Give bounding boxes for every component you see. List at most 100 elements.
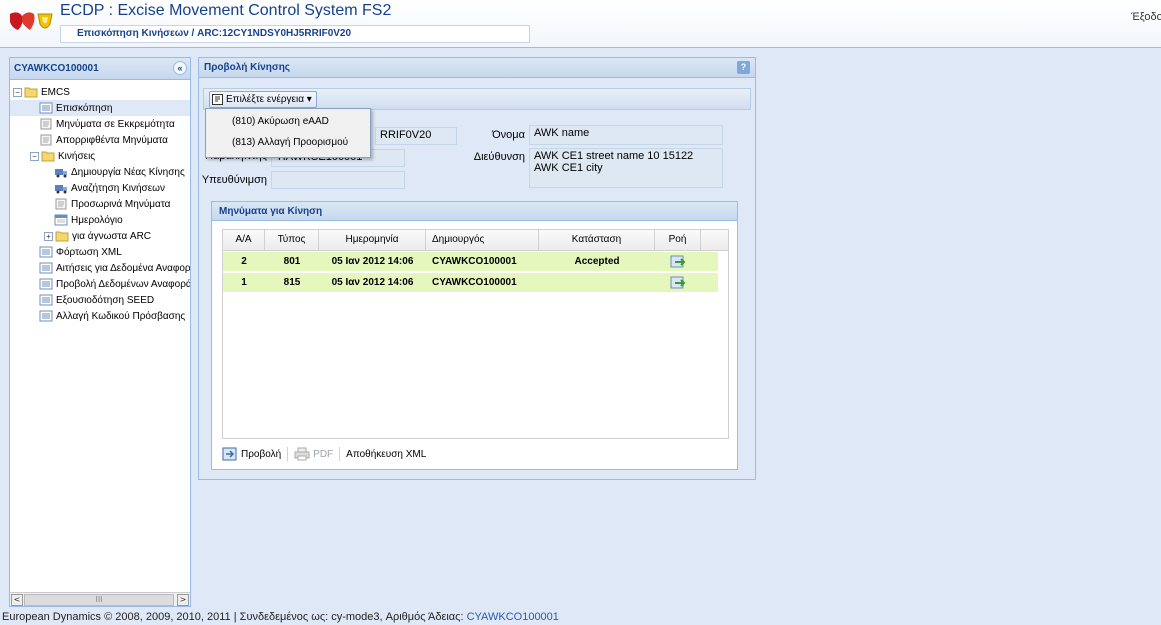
list-icon	[39, 310, 53, 322]
scroll-right-icon[interactable]: >	[177, 594, 189, 606]
view-button[interactable]: Προβολή	[222, 447, 281, 461]
flow-icon[interactable]	[670, 255, 686, 269]
menu-item-cancel-eaad[interactable]: (810) Ακύρωση eAAD	[206, 113, 370, 131]
cell-date: 05 Ιαν 2012 14:06	[331, 256, 414, 267]
document-icon	[40, 118, 52, 130]
sidebar-header: CYAWKCO100001 «	[10, 58, 190, 80]
save-xml-label: Αποθήκευση XML	[346, 448, 427, 460]
tree-item-reference-data-requests[interactable]: Αιτήσεις για Δεδομένα Αναφοράς	[39, 260, 190, 276]
logout-button[interactable]: Έξοδος	[1128, 8, 1161, 26]
breadcrumb[interactable]: Επισκόπηση Κινήσεων / ARC:12CY1NDSY0HJ5R…	[60, 25, 530, 43]
responsible-label: Υπευθύνιμση	[201, 174, 267, 186]
pdf-button[interactable]: PDF	[294, 447, 333, 461]
tree-item-view-reference-data[interactable]: Προβολή Δεδομένων Αναφοράς	[39, 276, 190, 292]
movement-messages-panel: Μηνύματα για Κίνηση Α/Α Τύπος Ημερομηνία…	[211, 201, 738, 470]
sidebar: CYAWKCO100001 « − EMCS Επισκόπηση Μηνύμα…	[9, 57, 191, 607]
column-header-creator[interactable]: Δημιουργός	[426, 230, 539, 251]
table-row[interactable]: 1 815 05 Ιαν 2012 14:06 CYAWKCO100001	[223, 273, 718, 293]
messages-panel-title: Μηνύματα για Κίνηση	[212, 202, 737, 221]
action-icon	[212, 94, 223, 105]
cell-creator: CYAWKCO100001	[432, 277, 517, 288]
folder-icon	[55, 231, 69, 242]
column-header-status[interactable]: Κατάσταση	[539, 230, 655, 251]
view-icon	[222, 447, 237, 461]
address-label: Διεύθυνση	[473, 151, 525, 163]
movement-view-panel: Προβολή Κίνησης ? Επιλέξτε ενέργεια ▾ RR…	[198, 57, 756, 480]
footer: European Dynamics © 2008, 2009, 2010, 20…	[2, 611, 559, 625]
column-header-flow[interactable]: Ροή	[655, 230, 701, 251]
tree-item-overview[interactable]: Επισκόπηση	[10, 100, 190, 116]
cell-date: 05 Ιαν 2012 14:06	[331, 277, 414, 288]
action-dropdown-menu: (810) Ακύρωση eAAD (813) Αλλαγή Προορισμ…	[205, 108, 371, 158]
cell-type: 801	[283, 256, 301, 267]
list-icon	[39, 246, 53, 258]
truck-icon	[55, 169, 67, 178]
cell-aa: 2	[241, 256, 247, 267]
footer-text: European Dynamics © 2008, 2009, 2010, 20…	[2, 611, 467, 623]
tree-item-unknown-arc[interactable]: + για άγνωστα ARC	[44, 228, 190, 244]
folder-icon	[24, 87, 38, 98]
panel-header: Προβολή Κίνησης ?	[199, 58, 755, 78]
pdf-label: PDF	[313, 448, 334, 460]
tree-item-movements[interactable]: − Κινήσεις	[30, 148, 190, 164]
column-header-aa[interactable]: Α/Α	[223, 230, 265, 251]
app-title: ECDP : Excise Movement Control System FS…	[60, 2, 392, 19]
sidebar-title: CYAWKCO100001	[14, 63, 99, 74]
cell-status: Accepted	[574, 256, 620, 267]
panel-title: Προβολή Κίνησης	[204, 62, 290, 73]
collapse-toggle-icon[interactable]: −	[13, 87, 22, 97]
cyprus-emblem-logo	[10, 12, 53, 30]
messages-grid: Α/Α Τύπος Ημερομηνία Δημιουργός Κατάστασ…	[222, 229, 729, 439]
app-header: ECDP : Excise Movement Control System FS…	[0, 0, 1161, 48]
collapse-toggle-icon[interactable]: −	[30, 151, 39, 161]
name-label: Όνομα	[492, 129, 525, 141]
collapse-sidebar-button[interactable]: «	[173, 61, 187, 75]
toolbar-separator	[287, 447, 289, 461]
table-row[interactable]: 2 801 05 Ιαν 2012 14:06 CYAWKCO100001 Ac…	[223, 252, 718, 272]
document-icon	[55, 198, 67, 210]
column-header-spacer	[701, 230, 728, 251]
list-icon	[39, 262, 53, 274]
tree-item-pending-messages[interactable]: Μηνύματα σε Εκκρεμότητα	[39, 116, 190, 132]
cell-creator: CYAWKCO100001	[432, 256, 517, 267]
tree-item-seed-authorization[interactable]: Εξουσιοδότηση SEED	[39, 292, 190, 308]
cell-flow	[655, 273, 701, 293]
tree-item-rejected-messages[interactable]: Απορριφθέντα Μηνύματα	[39, 132, 190, 148]
scroll-thumb[interactable]: III	[24, 594, 174, 606]
column-header-type[interactable]: Τύπος	[265, 230, 319, 251]
tree-item-emcs[interactable]: − EMCS	[13, 84, 190, 100]
document-icon	[40, 134, 52, 146]
scroll-left-icon[interactable]: <	[11, 594, 23, 606]
tree-item-upload-xml[interactable]: Φόρτωση XML	[39, 244, 190, 260]
cell-aa: 1	[241, 277, 247, 288]
address-value: AWK CE1 street name 10 15122 AWK CE1 cit…	[529, 148, 723, 188]
license-number: CYAWKCO100001	[466, 611, 559, 623]
cell-status	[539, 273, 655, 293]
tree-item-change-password[interactable]: Αλλαγή Κωδικού Πρόσβασης	[39, 308, 190, 324]
grid-header: Α/Α Τύπος Ημερομηνία Δημιουργός Κατάστασ…	[223, 230, 728, 251]
flow-icon[interactable]	[670, 276, 686, 290]
help-icon[interactable]: ?	[737, 61, 750, 74]
tree-item-search-movements[interactable]: Αναζήτηση Κινήσεων	[54, 180, 190, 196]
tree-item-create-movement[interactable]: Δημιουργία Νέας Κίνησης	[54, 164, 190, 180]
save-xml-button[interactable]: Αποθήκευση XML	[346, 449, 426, 460]
column-header-date[interactable]: Ημερομηνία	[319, 230, 426, 251]
select-action-button[interactable]: Επιλέξτε ενέργεια ▾	[209, 91, 317, 108]
name-value: AWK name	[529, 125, 723, 145]
cell-type: 815	[283, 277, 301, 288]
list-icon	[39, 102, 53, 114]
tree-item-draft-messages[interactable]: Προσωρινά Μηνύματα	[54, 196, 190, 212]
menu-item-change-destination[interactable]: (813) Αλλαγή Προορισμού	[206, 134, 370, 152]
folder-icon	[41, 151, 55, 162]
responsible-value	[271, 171, 405, 189]
view-label: Προβολή	[241, 448, 282, 460]
toolbar-separator	[339, 447, 341, 461]
logout-label: Έξοδος	[1131, 11, 1161, 23]
tree-item-calendar[interactable]: Ημερολόγιο	[54, 212, 190, 228]
select-action-label: Επιλέξτε ενέργεια ▾	[226, 94, 312, 105]
truck-search-icon	[55, 185, 67, 194]
print-icon	[294, 447, 310, 461]
horizontal-scrollbar[interactable]: < III >	[10, 592, 190, 606]
cell-flow	[655, 252, 701, 272]
expand-toggle-icon[interactable]: +	[44, 231, 53, 241]
